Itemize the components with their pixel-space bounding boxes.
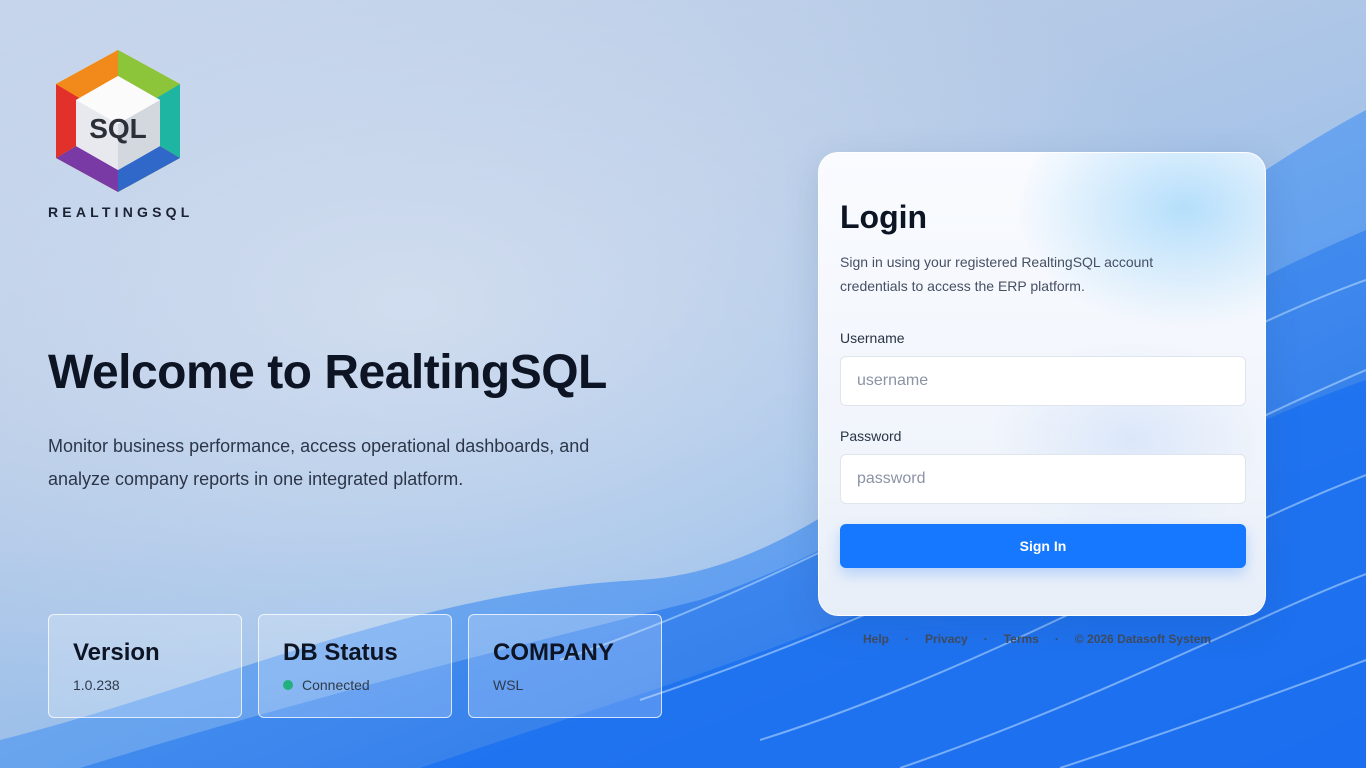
company-card: COMPANY WSL [468, 614, 662, 718]
login-title: Login [840, 199, 928, 235]
version-value-text: 1.0.238 [73, 677, 120, 693]
footer-link-privacy[interactable]: Privacy [925, 632, 968, 646]
password-input[interactable] [840, 454, 1246, 504]
db-status-text: Connected [302, 677, 370, 693]
login-page: SQL REALTINGSQL Welcome to RealtingSQL M… [0, 0, 1366, 768]
password-label: Password [840, 428, 902, 444]
username-label: Username [840, 330, 905, 346]
version-value: 1.0.238 [73, 677, 217, 693]
info-cards: Version 1.0.238 DB Status Connected COMP… [48, 614, 662, 718]
welcome-title: Welcome to RealtingSQL [48, 346, 607, 399]
footer-separator: · [983, 632, 988, 646]
company-card-title: COMPANY [493, 639, 614, 666]
brand-name: REALTINGSQL [48, 204, 194, 220]
sign-in-button[interactable]: Sign In [840, 524, 1246, 568]
db-status-card: DB Status Connected [258, 614, 452, 718]
version-card-title: Version [73, 639, 160, 666]
login-description: Sign in using your registered RealtingSQ… [840, 254, 1154, 294]
version-card: Version 1.0.238 [48, 614, 242, 718]
hexagon-cube-logo-icon: SQL [56, 50, 180, 192]
status-dot-icon [283, 680, 293, 690]
login-card: Login Sign in using your registered Real… [818, 152, 1266, 616]
footer-links: Help · Privacy · Terms · © 2026 Datasoft… [863, 632, 1211, 646]
company-value: WSL [493, 677, 637, 693]
welcome-subtitle: Monitor business performance, access ope… [48, 436, 590, 489]
db-status-value: Connected [283, 677, 427, 693]
footer-link-help[interactable]: Help [863, 632, 889, 646]
db-status-card-title: DB Status [283, 639, 398, 666]
footer-separator: · [905, 632, 910, 646]
logo-text: SQL [89, 113, 147, 144]
footer-separator: · [1054, 632, 1059, 646]
footer-copyright: © 2026 Datasoft System [1074, 632, 1212, 646]
company-value-text: WSL [493, 677, 524, 693]
brand: SQL REALTINGSQL [48, 46, 194, 220]
footer-link-terms[interactable]: Terms [1004, 632, 1039, 646]
username-input[interactable] [840, 356, 1246, 406]
